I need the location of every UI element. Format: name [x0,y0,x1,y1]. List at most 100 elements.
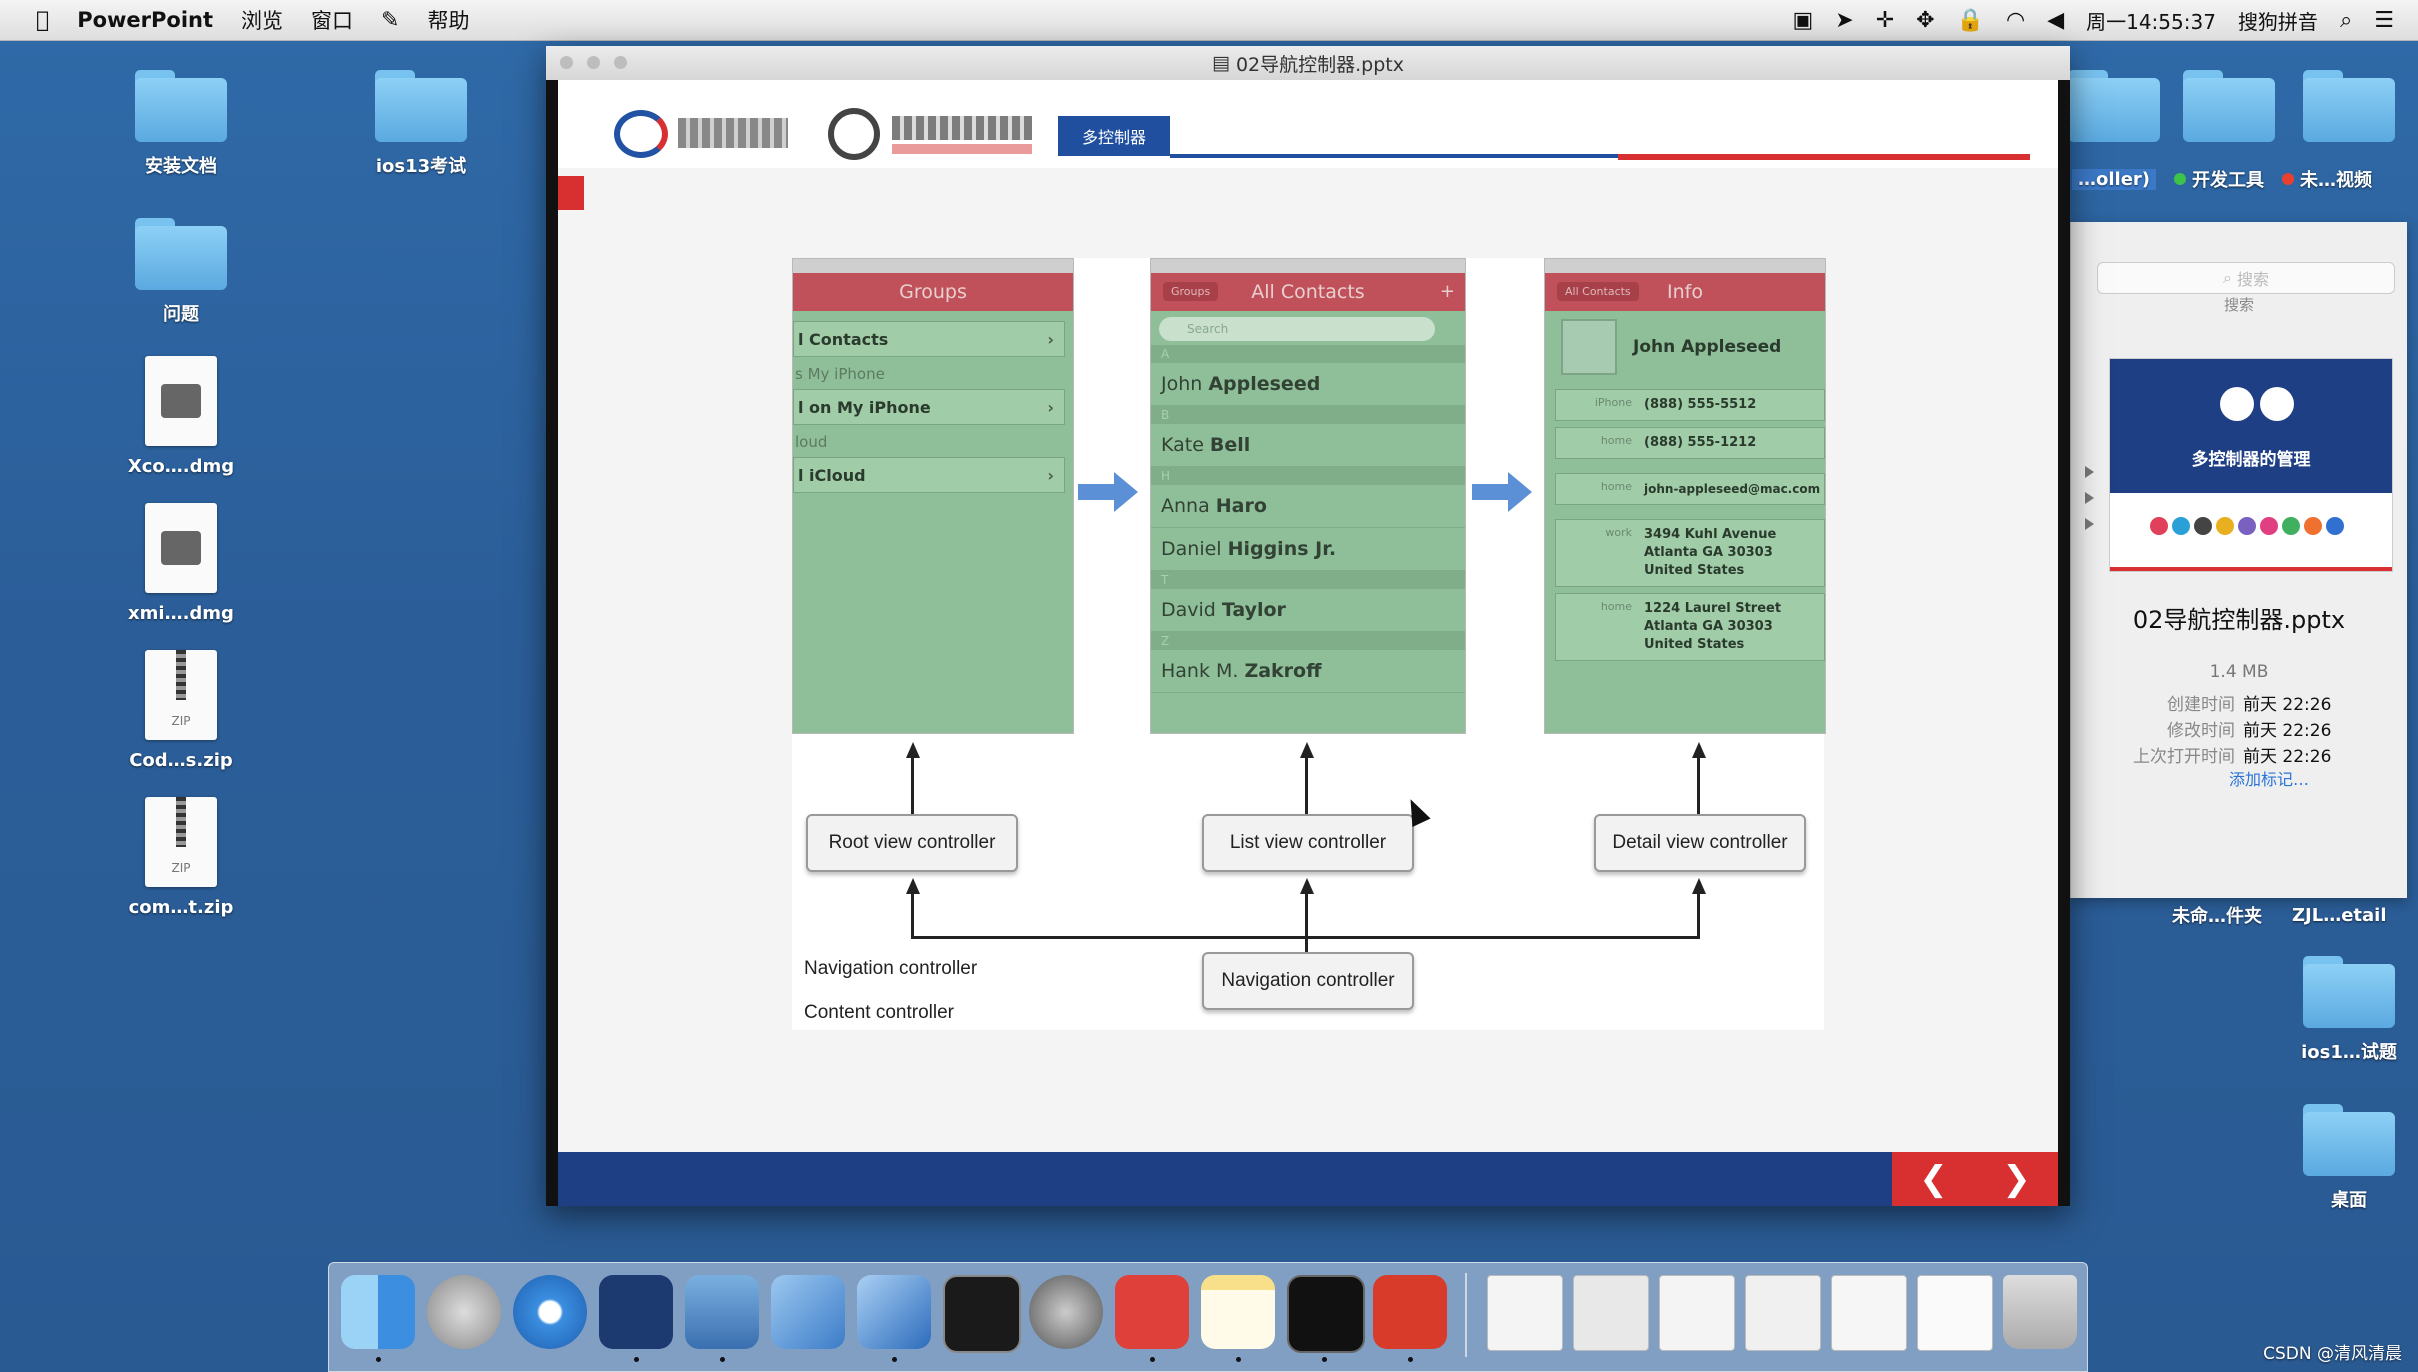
desktop-item-label[interactable]: 未…视频 [2300,166,2372,192]
app-menu[interactable]: PowerPoint [77,8,213,32]
contacts-section: T [1151,571,1465,589]
groups-section: s My iPhone [795,365,885,383]
search-caption: 搜索 [2223,296,2254,314]
camera-icon[interactable]: ▣ [1792,8,1813,33]
meta-key: 创建时间 [2167,695,2235,715]
doc-stack-icon[interactable] [1573,1275,1649,1351]
minimize-icon[interactable] [587,56,600,69]
doc-stack-icon[interactable] [1917,1275,1993,1351]
move-icon[interactable]: ✥ [1916,8,1934,33]
finder-icon[interactable] [341,1275,415,1349]
add-icon: + [1439,281,1455,302]
desktop-item-label: ios1…试题 [2301,1042,2397,1063]
volume-icon[interactable]: ◀ [2047,8,2064,33]
groups-screen: Groups l Contacts › s My iPhone l on My i… [792,258,1074,734]
finder-search-input[interactable]: ⌕ 搜索 [2097,262,2395,294]
notes-icon[interactable] [1201,1275,1275,1349]
groups-row: l Contacts › [793,321,1065,357]
desktop-folder[interactable]: 问题 [96,218,266,326]
info-field: home 1224 Laurel Street Atlanta GA 30303 … [1555,593,1825,661]
info-screen: All Contacts Info John Appleseed iPhone(… [1544,258,1826,734]
desktop-file[interactable]: ZIP Cod…s.zip [96,650,266,771]
desktop-folder[interactable] [2174,70,2284,152]
console-icon[interactable] [1287,1275,1365,1353]
desktop-file[interactable]: xmi….dmg [96,503,266,624]
desktop-folder[interactable]: 安装文档 [96,70,266,178]
menu-help[interactable]: 帮助 [427,5,469,35]
desktop-item-label[interactable]: ZJL…etail [2292,905,2387,926]
input-method[interactable]: 搜狗拼音 [2238,6,2318,35]
document-icon: ▤ [1212,52,1230,74]
doc-stack-icon[interactable] [1659,1275,1735,1351]
doc-stack-icon[interactable] [1487,1275,1563,1351]
search-icon[interactable]: ⌕ [2340,8,2352,33]
flow-arrow-icon [1078,472,1138,512]
contacts-section: B [1151,406,1465,424]
chevron-right-icon: › [1047,329,1054,349]
terminal-icon[interactable] [943,1275,1021,1353]
desktop-item-label: xmi….dmg [128,603,234,624]
desktop-folder[interactable]: ios1…试题 [2294,956,2404,1064]
doc-stack-icon[interactable] [1745,1275,1821,1351]
list-icon[interactable]: ☰ [2374,8,2394,33]
doc-stack-icon[interactable] [1831,1275,1907,1351]
contact-row: John Appleseed [1151,363,1465,406]
safari-icon[interactable] [513,1275,587,1349]
crosshair-icon[interactable]: ✛ [1876,8,1894,33]
desktop-item-label[interactable]: …oller) [2072,168,2157,190]
desktop-folder[interactable]: ios13考试 [336,70,506,178]
location-icon[interactable]: ➤ [1835,8,1853,33]
meta-value: 前天 22:26 [2243,695,2332,715]
desktop-file[interactable]: Xco….dmg [96,356,266,477]
desktop-item-label: 桌面 [2331,1190,2367,1211]
desktop-item-label[interactable]: 未命…件夹 [2172,902,2262,928]
desktop-folder[interactable] [2064,70,2164,152]
contact-name: John Appleseed [1633,337,1782,357]
lock-icon[interactable]: 🔒 [1957,8,1984,33]
apple-menu-icon[interactable]:  [36,8,49,33]
menu-window[interactable]: 窗口 [311,5,353,35]
groups-title: Groups [899,281,967,303]
powerpoint-icon[interactable] [1373,1275,1447,1349]
desktop-item-label: 安装文档 [145,156,217,177]
desktop-file[interactable]: ZIP com…t.zip [96,797,266,918]
script-menu-icon[interactable]: ✎ [381,8,399,33]
window-titlebar[interactable]: ▤ 02导航控制器.pptx [546,46,2070,80]
meta-created: 创建时间 前天 22:26 [2099,690,2331,715]
mouse-app-icon[interactable] [599,1275,673,1349]
simulator-icon[interactable] [857,1275,931,1349]
desktop-item-label[interactable]: 开发工具 [2192,166,2264,192]
desktop-item-label: ios13考试 [375,156,467,177]
next-slide-button[interactable]: ❯ [2002,1159,2031,1199]
clock[interactable]: 周一14:55:37 [2086,6,2216,35]
contacts-nav-bar: Groups All Contacts + [1151,273,1465,311]
meta-last-opened: 上次打开时间 前天 22:26 [2099,742,2331,767]
launchpad-icon[interactable] [427,1275,501,1349]
header-badge: 多控制器 [1058,116,1170,156]
contact-header: John Appleseed [1545,311,1825,383]
presentation-window: ▤ 02导航控制器.pptx 多控制器 Groups l Contacts › s… [546,46,2070,1206]
desktop-folder[interactable] [2294,70,2404,152]
info-field: home john-appleseed@mac.com [1555,473,1825,505]
xcode-icon[interactable] [771,1275,845,1349]
arrow-up-icon [1692,742,1706,758]
zoom-icon[interactable] [614,56,627,69]
desktop-item-label: com…t.zip [128,897,234,918]
disclosure-triangle-icon[interactable] [2085,466,2094,478]
file-thumbnail[interactable]: 多控制器的管理 [2109,358,2393,572]
xmind-icon[interactable] [1115,1275,1189,1349]
menu-browse[interactable]: 浏览 [241,5,283,35]
thumbnail-dots [2150,517,2344,535]
desktop-item-label: Xco….dmg [127,456,235,477]
wifi-icon[interactable]: ◠ [2006,8,2025,33]
add-tags-link[interactable]: 添加标记… [2229,766,2309,790]
close-icon[interactable] [560,56,573,69]
system-preferences-icon[interactable] [1029,1275,1103,1349]
prev-slide-button[interactable]: ❮ [1919,1159,1948,1199]
trash-icon[interactable] [2003,1275,2077,1349]
keynote-icon[interactable] [685,1275,759,1349]
desktop-folder[interactable]: 桌面 [2294,1104,2404,1212]
folder-icon [2303,956,2395,1028]
disclosure-triangle-icon[interactable] [2085,492,2094,504]
disclosure-triangle-icon[interactable] [2085,518,2094,530]
